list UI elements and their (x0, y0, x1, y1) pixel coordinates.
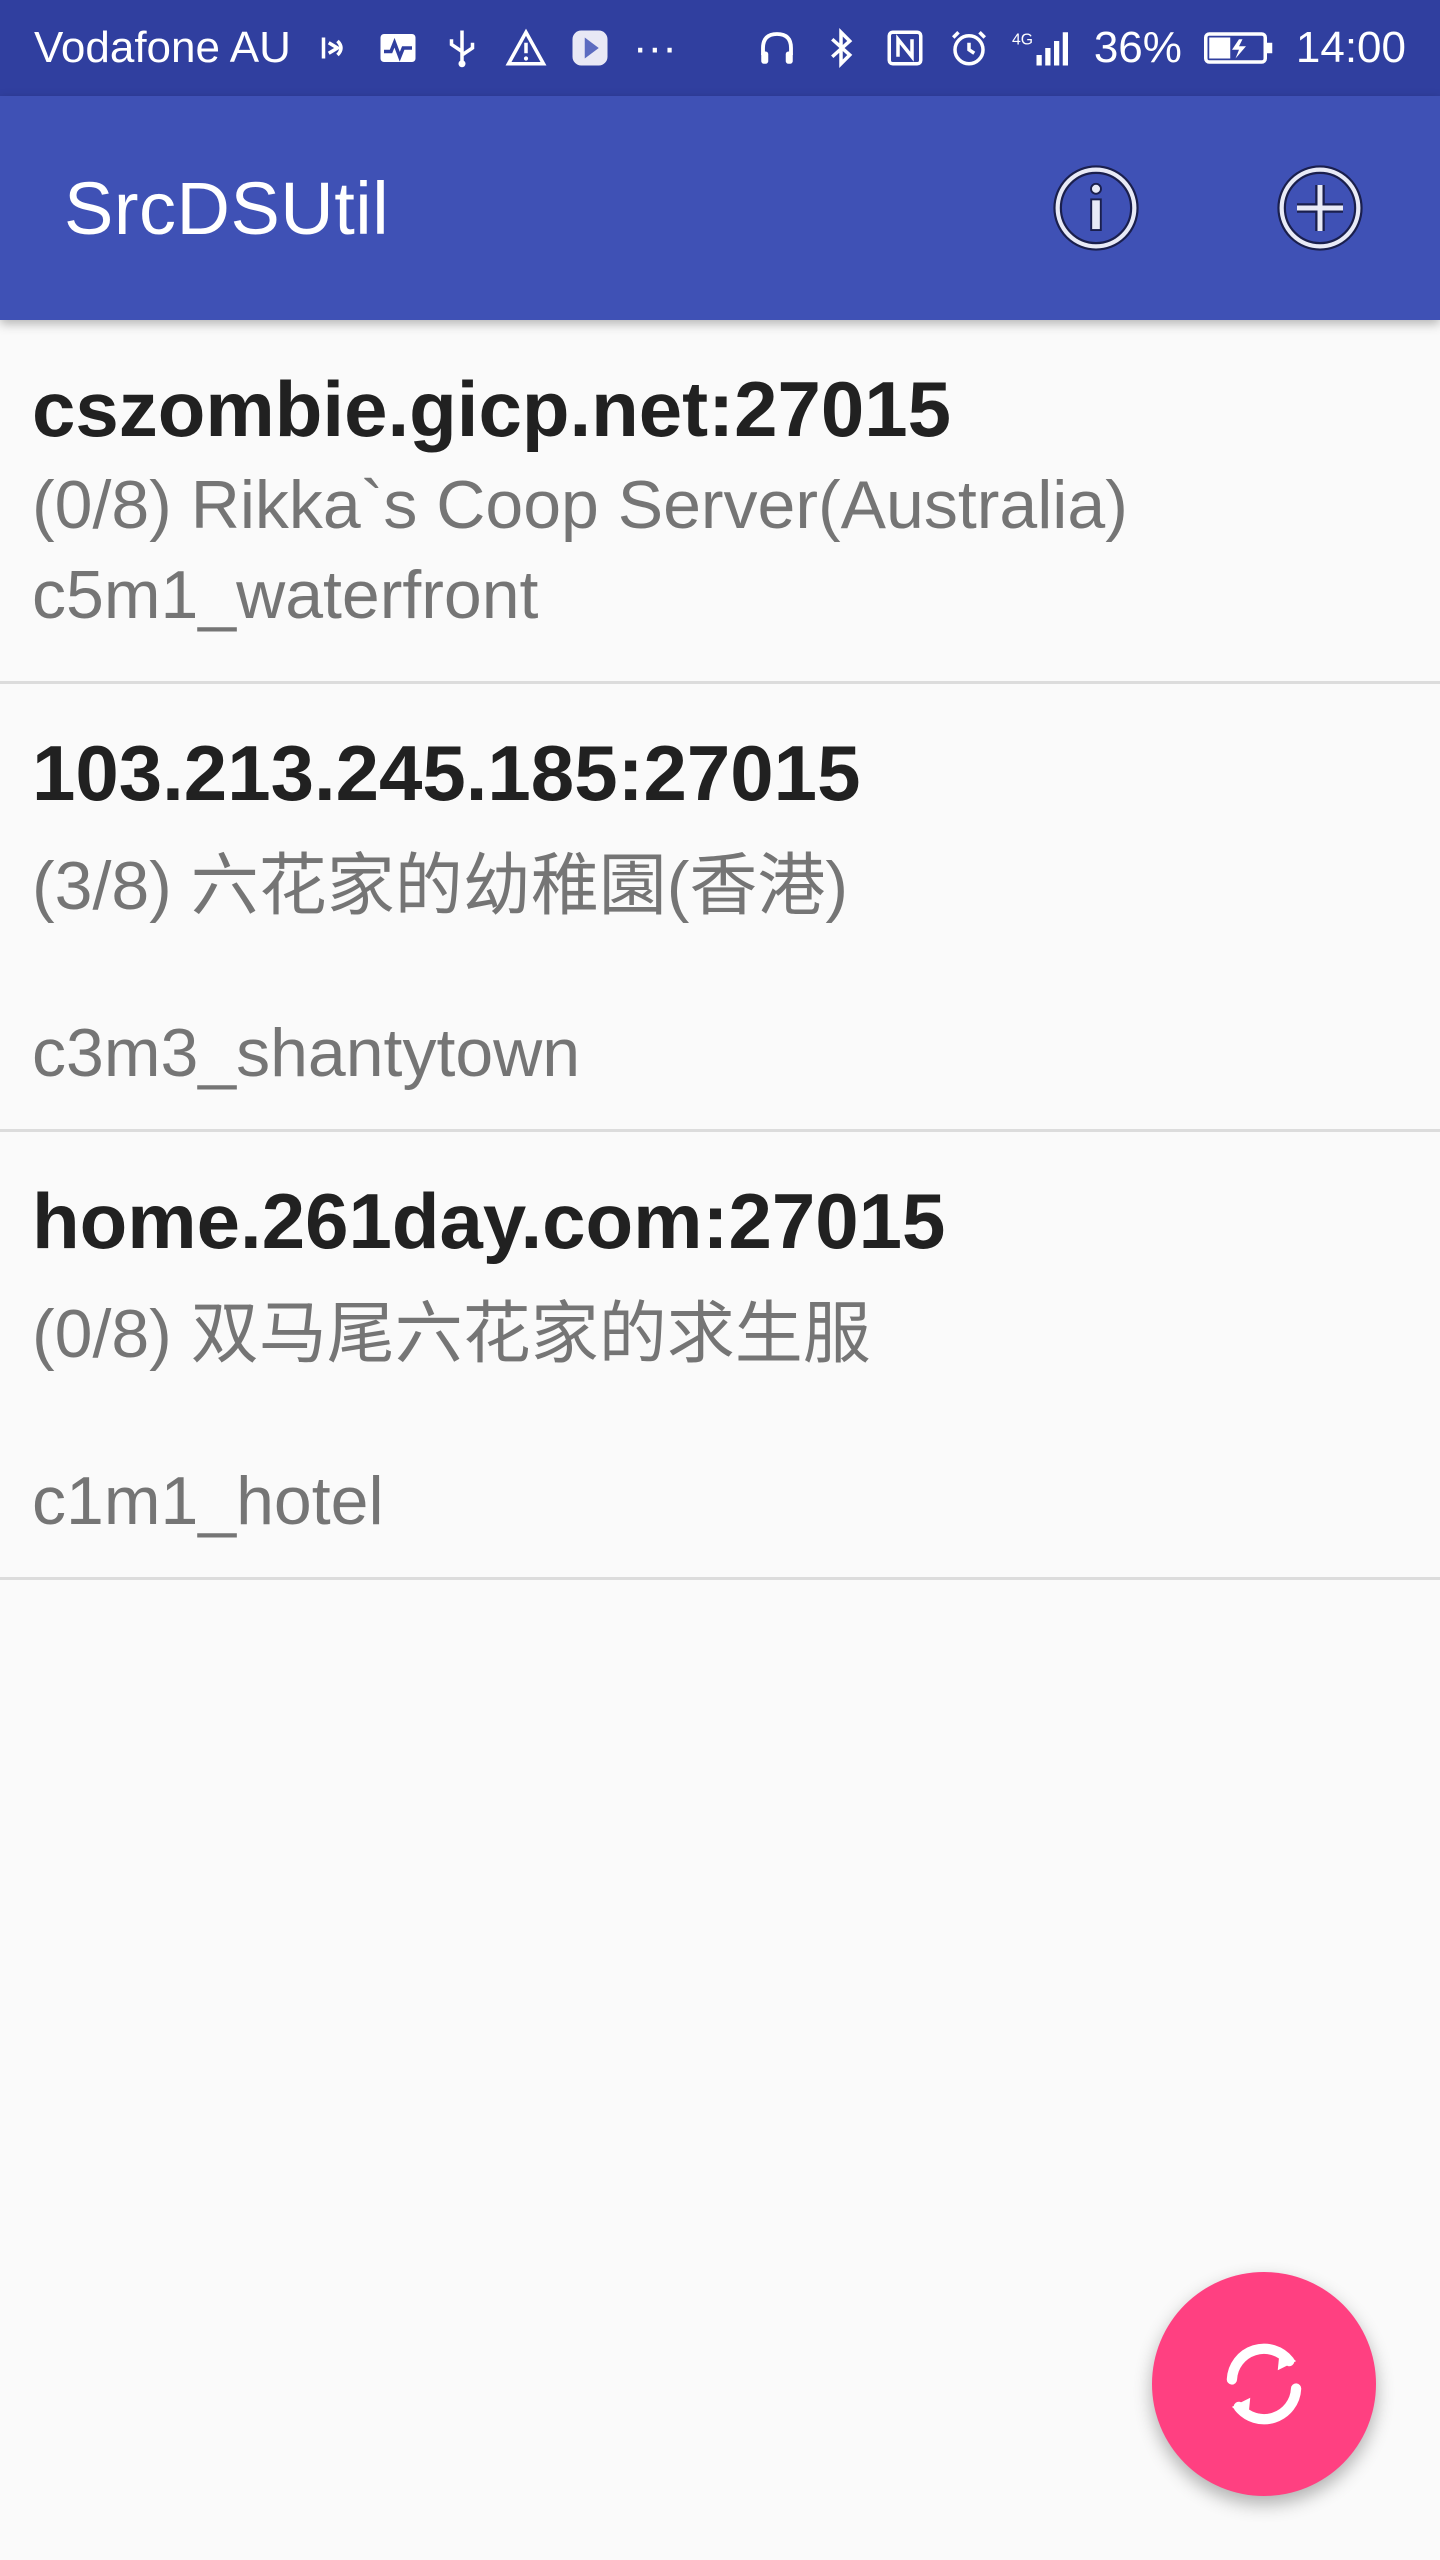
server-map: c5m1_waterfront (32, 557, 539, 633)
status-bar-left: Vodafone AU ··· (34, 23, 677, 73)
server-map: c3m3_shantytown (32, 1015, 581, 1091)
server-info: (3/8) 六花家的幼稚園(香港) (32, 848, 849, 924)
app-bar: SrcDSUtil (0, 96, 1440, 320)
app-title: SrcDSUtil (64, 166, 390, 250)
add-icon (1277, 165, 1363, 251)
refresh-icon (1226, 2343, 1302, 2425)
info-button[interactable] (1040, 152, 1152, 264)
battery-percent: 36% (1093, 23, 1182, 72)
carrier-name: Vodafone AU (34, 23, 291, 72)
clock: 14:00 (1295, 23, 1406, 72)
signal-icon: 4G (1012, 24, 1072, 72)
headphones-icon (756, 24, 798, 72)
battery-charging-icon (1203, 24, 1274, 72)
server-address: 103.213.245.185:27015 (32, 729, 861, 817)
usb-icon (441, 24, 483, 72)
server-address: home.261day.com:27015 (32, 1177, 946, 1265)
add-server-button[interactable] (1264, 152, 1376, 264)
server-list-item[interactable]: home.261day.com:27015 (0/8) 双马尾六花家的求生服 c… (0, 1132, 1440, 1580)
server-address: cszombie.gicp.net:27015 (32, 365, 952, 453)
server-list: cszombie.gicp.net:27015 (0/8) Rikka`s Co… (0, 320, 1440, 1580)
alarm-icon (948, 24, 990, 72)
network-type: 4G (1012, 32, 1033, 49)
server-list-item[interactable]: cszombie.gicp.net:27015 (0/8) Rikka`s Co… (0, 320, 1440, 684)
status-bar-right: 4G 36% 14:00 (756, 23, 1406, 73)
info-icon (1053, 165, 1139, 251)
warning-icon (505, 24, 547, 72)
media-app-icon (569, 24, 611, 72)
server-map: c1m1_hotel (32, 1463, 384, 1539)
nfc-icon (884, 24, 926, 72)
server-list-item[interactable]: 103.213.245.185:27015 (3/8) 六花家的幼稚園(香港) … (0, 684, 1440, 1132)
server-info: (0/8) Rikka`s Coop Server(Australia) (32, 467, 1128, 543)
server-info: (0/8) 双马尾六花家的求生服 (32, 1296, 871, 1372)
nfc-signal-icon (313, 24, 355, 72)
bluetooth-icon (820, 24, 862, 72)
activity-icon (377, 24, 419, 72)
more-icon: ··· (632, 23, 677, 72)
refresh-button[interactable] (1152, 2272, 1376, 2496)
status-bar: Vodafone AU ··· 4G 36% 14:00 (0, 0, 1440, 96)
